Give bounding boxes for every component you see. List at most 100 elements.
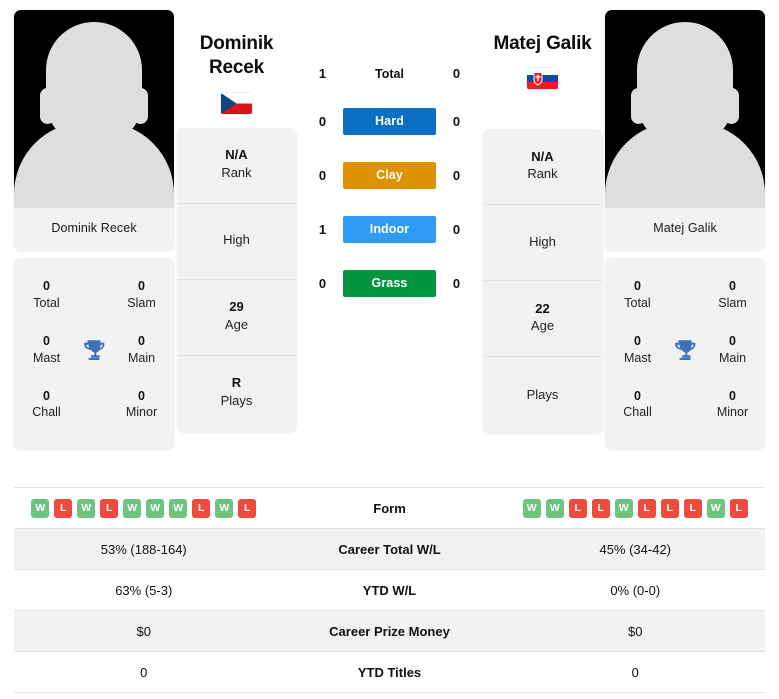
left-player-career_prize_money: $0 <box>136 623 151 639</box>
form-badge-win[interactable]: W <box>123 498 142 518</box>
czech-republic-flag-icon <box>221 92 252 114</box>
info-row-high: High <box>482 205 603 282</box>
form-badge-loss[interactable]: L <box>100 498 119 518</box>
form-badge-loss[interactable]: L <box>683 498 702 518</box>
h2h-right-score: 0 <box>452 222 461 237</box>
titles-chall-label: Chall <box>32 405 61 420</box>
form-badge-win[interactable]: W <box>215 498 234 518</box>
right-player-career_prize_money: $0 <box>628 623 643 639</box>
left-player-name-line1: Dominik <box>199 33 274 54</box>
titles-total-value: 0 <box>634 279 641 293</box>
table-row: 53% (188-164) Career Total W/L 45% (34-42) <box>14 529 765 570</box>
titles-chall-value: 0 <box>634 388 641 403</box>
info-rank-label: Rank <box>221 164 252 180</box>
h2h-surface-label: Indoor <box>336 216 444 243</box>
info-age-label: Age <box>224 316 249 332</box>
titles-main: 0 Main <box>708 323 757 378</box>
h2h-left-score: 0 <box>318 168 327 183</box>
form-badge-win[interactable]: W <box>522 498 541 518</box>
titles-main-label: Main <box>718 350 747 365</box>
comparison-header: Dominik Recek 0 Total 0 Slam 0 Mast 0 Ma… <box>0 0 779 478</box>
left-player-photo-caption: Dominik Recek <box>14 208 174 250</box>
titles-slam-label: Slam <box>718 295 747 310</box>
info-age-value: 29 <box>229 298 244 314</box>
form-badge-loss[interactable]: L <box>54 498 73 518</box>
titles-total-label: Total <box>624 295 651 310</box>
titles-main-value: 0 <box>138 333 145 348</box>
titles-mast-label: Mast <box>32 350 61 365</box>
form-badge-win[interactable]: W <box>31 498 50 518</box>
right-player-titles-card: 0 Total 0 Slam 0 Mast 0 Main 0 Chall 0 M… <box>605 258 765 449</box>
form-badge-loss[interactable]: L <box>729 498 748 518</box>
titles-slam-label: Slam <box>127 295 156 310</box>
titles-total: 0 Total <box>22 268 71 323</box>
left-player-ytd_wl: 63% (5-3) <box>115 582 173 598</box>
head-to-head-list: 1 Total 0 0 Hard 0 0 Clay 0 1 Indoor 0 0 Grass 0 <box>310 66 470 297</box>
titles-minor: 0 Minor <box>117 378 166 433</box>
h2h-right-score: 0 <box>452 114 461 129</box>
form-badge-loss[interactable]: L <box>192 498 211 518</box>
right-player-career_total_wl: 45% (34-42) <box>599 541 672 557</box>
player-silhouette-icon <box>14 10 174 208</box>
surface-badge-grass[interactable]: Grass <box>343 270 436 297</box>
titles-mast: 0 Mast <box>613 323 662 378</box>
right-player-form: WWLLWLLLWL <box>506 498 766 518</box>
form-badge-loss[interactable]: L <box>637 498 656 518</box>
info-rank-value: N/A <box>531 148 554 164</box>
info-row-age: 22 Age <box>482 281 603 358</box>
info-row-rank: N/A Rank <box>482 129 603 206</box>
trophy-icon <box>662 337 708 363</box>
form-badge-win[interactable]: W <box>169 498 188 518</box>
left-player-info-column: Dominik Recek N/A Rank High 29 Age R Pla… <box>174 10 299 432</box>
right-player-name-line1: Matej Galik <box>493 33 592 54</box>
stat-label-career_total_wl: Career Total W/L <box>338 541 441 557</box>
right-player-photo-card[interactable]: Matej Galik <box>605 10 765 250</box>
form-badge-loss[interactable]: L <box>238 498 257 518</box>
h2h-left-score: 0 <box>318 276 327 291</box>
right-player-column: Matej Galik 0 Total 0 Slam 0 Mast 0 Main… <box>605 10 765 449</box>
right-player-info-card: N/A Rank High 22 Age Plays <box>482 129 603 434</box>
info-plays-value: R <box>231 375 242 391</box>
form-badge-loss[interactable]: L <box>591 498 610 518</box>
left-player-photo <box>14 10 174 208</box>
surface-badge-hard[interactable]: Hard <box>343 108 436 135</box>
titles-mast-label: Mast <box>623 350 652 365</box>
titles-slam-value: 0 <box>138 279 145 293</box>
stat-label-ytd_titles: YTD Titles <box>357 664 422 680</box>
form-strip: WWLLWLLLWL <box>506 498 766 518</box>
titles-main-label: Main <box>127 350 156 365</box>
form-badge-win[interactable]: W <box>614 498 633 518</box>
info-row-age: 29 Age <box>176 280 297 356</box>
h2h-left-score: 1 <box>318 66 327 81</box>
left-player-photo-card[interactable]: Dominik Recek <box>14 10 174 250</box>
titles-slam: 0 Slam <box>708 268 757 323</box>
surface-badge-clay[interactable]: Clay <box>343 162 436 189</box>
right-player-photo-caption: Matej Galik <box>605 208 765 250</box>
form-badge-loss[interactable]: L <box>660 498 679 518</box>
titles-mast: 0 Mast <box>22 323 71 378</box>
info-row-plays: Plays <box>483 357 603 433</box>
form-badge-win[interactable]: W <box>706 498 725 518</box>
left-player-titles-card: 0 Total 0 Slam 0 Mast 0 Main 0 Chall 0 M… <box>14 258 174 449</box>
h2h-right-score: 0 <box>452 168 461 183</box>
form-badge-win[interactable]: W <box>77 498 96 518</box>
form-strip: WLWLWWWLWL <box>14 498 274 518</box>
h2h-left-score: 1 <box>318 222 327 237</box>
left-player-name: Dominik Recek <box>200 32 274 81</box>
titles-minor-value: 0 <box>729 388 736 403</box>
left-player-column: Dominik Recek 0 Total 0 Slam 0 Mast 0 Ma… <box>14 10 174 449</box>
info-row-plays: R Plays <box>177 356 297 432</box>
form-badge-win[interactable]: W <box>545 498 564 518</box>
info-age-label: Age <box>530 318 555 334</box>
left-player-ytd_titles: 0 <box>140 664 148 680</box>
player-silhouette-icon <box>605 10 765 208</box>
h2h-row-hard: 0 Hard 0 <box>310 108 470 135</box>
stat-label-ytd_wl: YTD W/L <box>362 582 417 598</box>
stat-label-form: Form <box>373 500 406 516</box>
titles-minor-label: Minor <box>125 405 158 420</box>
titles-main-value: 0 <box>729 333 736 348</box>
surface-badge-indoor[interactable]: Indoor <box>343 216 436 243</box>
info-plays-label: Plays <box>526 386 559 402</box>
form-badge-win[interactable]: W <box>146 498 165 518</box>
form-badge-loss[interactable]: L <box>568 498 587 518</box>
